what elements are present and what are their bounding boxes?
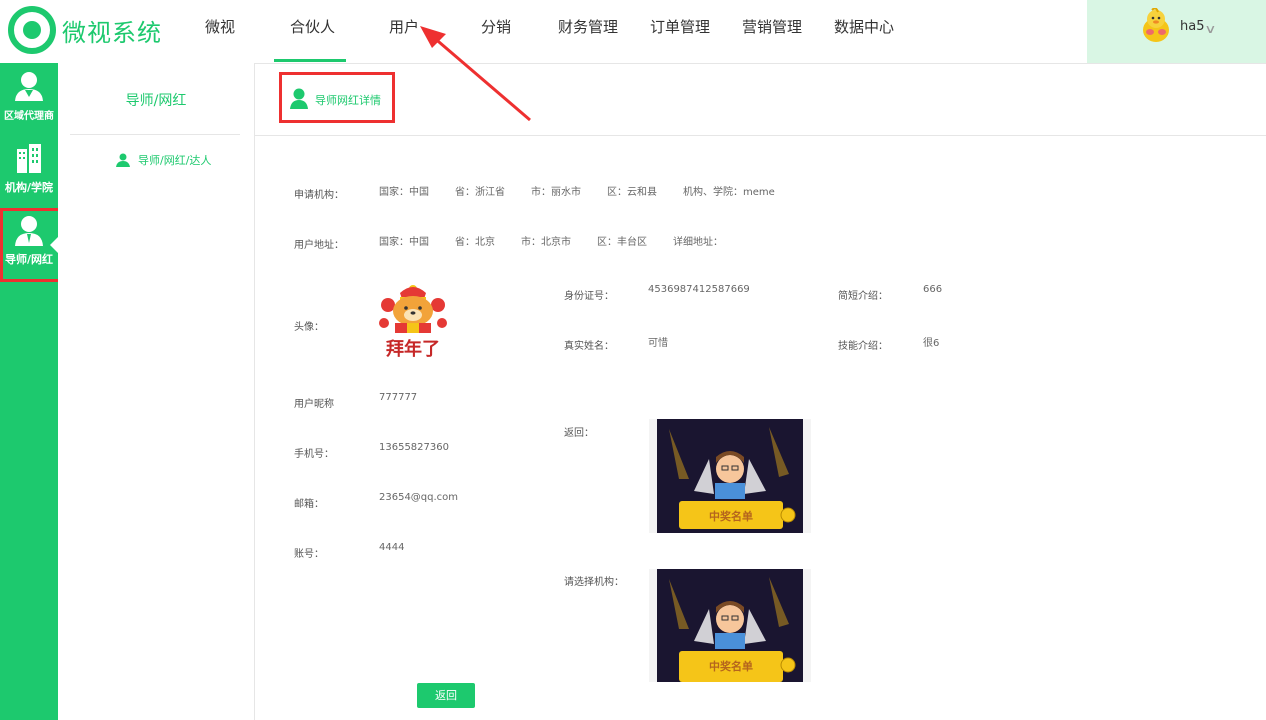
email-value: 23654@qq.com	[379, 492, 459, 503]
nav-item-user[interactable]: 用户	[389, 16, 419, 37]
real-name-label: 真实姓名：	[564, 341, 614, 352]
nav-item-finance[interactable]: 财务管理	[558, 16, 618, 37]
apply-org-school: 机构、学院：meme	[683, 187, 775, 198]
nav-item-data-center[interactable]: 数据中心	[834, 16, 894, 37]
nav-item-orders[interactable]: 订单管理	[650, 16, 710, 37]
back-image-label: 返回：	[564, 428, 594, 439]
left-rail: 区域代理商 机构/学院 导师/网红	[0, 63, 58, 720]
region-agent-icon	[15, 72, 43, 101]
avatar-label: 头像：	[294, 322, 324, 333]
account-label: 账号：	[294, 549, 324, 560]
address-district: 区：丰台区	[597, 237, 647, 248]
nickname-value: 777777	[379, 392, 418, 403]
user-menu[interactable]	[1087, 0, 1266, 63]
address-label: 用户地址：	[294, 240, 344, 251]
back-button[interactable]: 返回	[417, 683, 475, 708]
org-image-caption: 中奖名单	[709, 659, 753, 673]
apply-org-district: 区：云和县	[607, 187, 657, 198]
apply-org-city: 市：丽水市	[531, 187, 581, 198]
sub-sidebar-item-label: 导师/网红/达人	[138, 154, 212, 167]
divider	[70, 134, 240, 135]
back-image: 中奖名单	[649, 419, 811, 533]
id-card-value: 4536987412587669	[648, 284, 750, 295]
phone-value: 13655827360	[379, 442, 449, 453]
back-image-caption: 中奖名单	[709, 509, 753, 523]
rail-item-label: 区域代理商	[4, 111, 54, 122]
nav-item-marketing[interactable]: 营销管理	[742, 16, 802, 37]
logo-icon	[8, 6, 56, 54]
nav-item-partner[interactable]: 合伙人	[290, 16, 335, 37]
nav-item-distribution[interactable]: 分销	[481, 16, 511, 37]
org-image-label: 请选择机构：	[564, 577, 624, 588]
nav-item-weishi[interactable]: 微视	[205, 16, 235, 37]
user-name[interactable]: ha5	[1180, 19, 1204, 34]
id-card-label: 身份证号：	[564, 291, 614, 302]
nickname-label: 用户昵称	[294, 399, 334, 410]
avatar-image: 拜年了	[379, 285, 447, 359]
brief-value: 666	[923, 284, 943, 295]
rail-item-institution[interactable]: 机构/学院	[0, 143, 58, 195]
rail-item-label: 机构/学院	[4, 181, 54, 194]
address-province: 省：北京	[455, 237, 495, 248]
avatar-caption: 拜年了	[386, 338, 440, 359]
chevron-down-icon[interactable]: ∨	[1204, 22, 1216, 36]
skill-value: 很6	[923, 338, 940, 349]
sub-sidebar-title: 导师/网红	[125, 93, 187, 109]
rail-item-regional-agent[interactable]: 区域代理商	[0, 71, 58, 122]
active-nav-indicator	[274, 59, 346, 62]
user-icon	[116, 153, 130, 167]
apply-org-label: 申请机构：	[294, 190, 344, 201]
address-city: 市：北京市	[521, 237, 571, 248]
annotation-highlight-tab	[279, 72, 395, 123]
sub-sidebar: 导师/网红 导师/网红/达人	[58, 63, 255, 720]
app-name: 微视系统	[62, 19, 162, 47]
divider	[254, 135, 1266, 136]
building-icon	[17, 144, 41, 173]
account-value: 4444	[379, 542, 405, 553]
email-label: 邮箱：	[294, 499, 324, 510]
address-detail: 详细地址：	[673, 237, 723, 248]
real-name-value: 可惜	[648, 338, 668, 349]
skill-label: 技能介绍：	[838, 341, 888, 352]
top-bar: 微视系统 微视 合伙人 用户 分销 财务管理 订单管理 营销管理 数据中心 ha…	[0, 0, 1266, 64]
apply-org-province: 省：浙江省	[455, 187, 505, 198]
org-image: 中奖名单	[649, 569, 811, 682]
address-country: 国家：中国	[379, 237, 429, 248]
apply-org-country: 国家：中国	[379, 187, 429, 198]
phone-label: 手机号：	[294, 449, 334, 460]
brief-label: 简短介绍：	[838, 291, 888, 302]
user-avatar-icon[interactable]	[1140, 8, 1172, 44]
